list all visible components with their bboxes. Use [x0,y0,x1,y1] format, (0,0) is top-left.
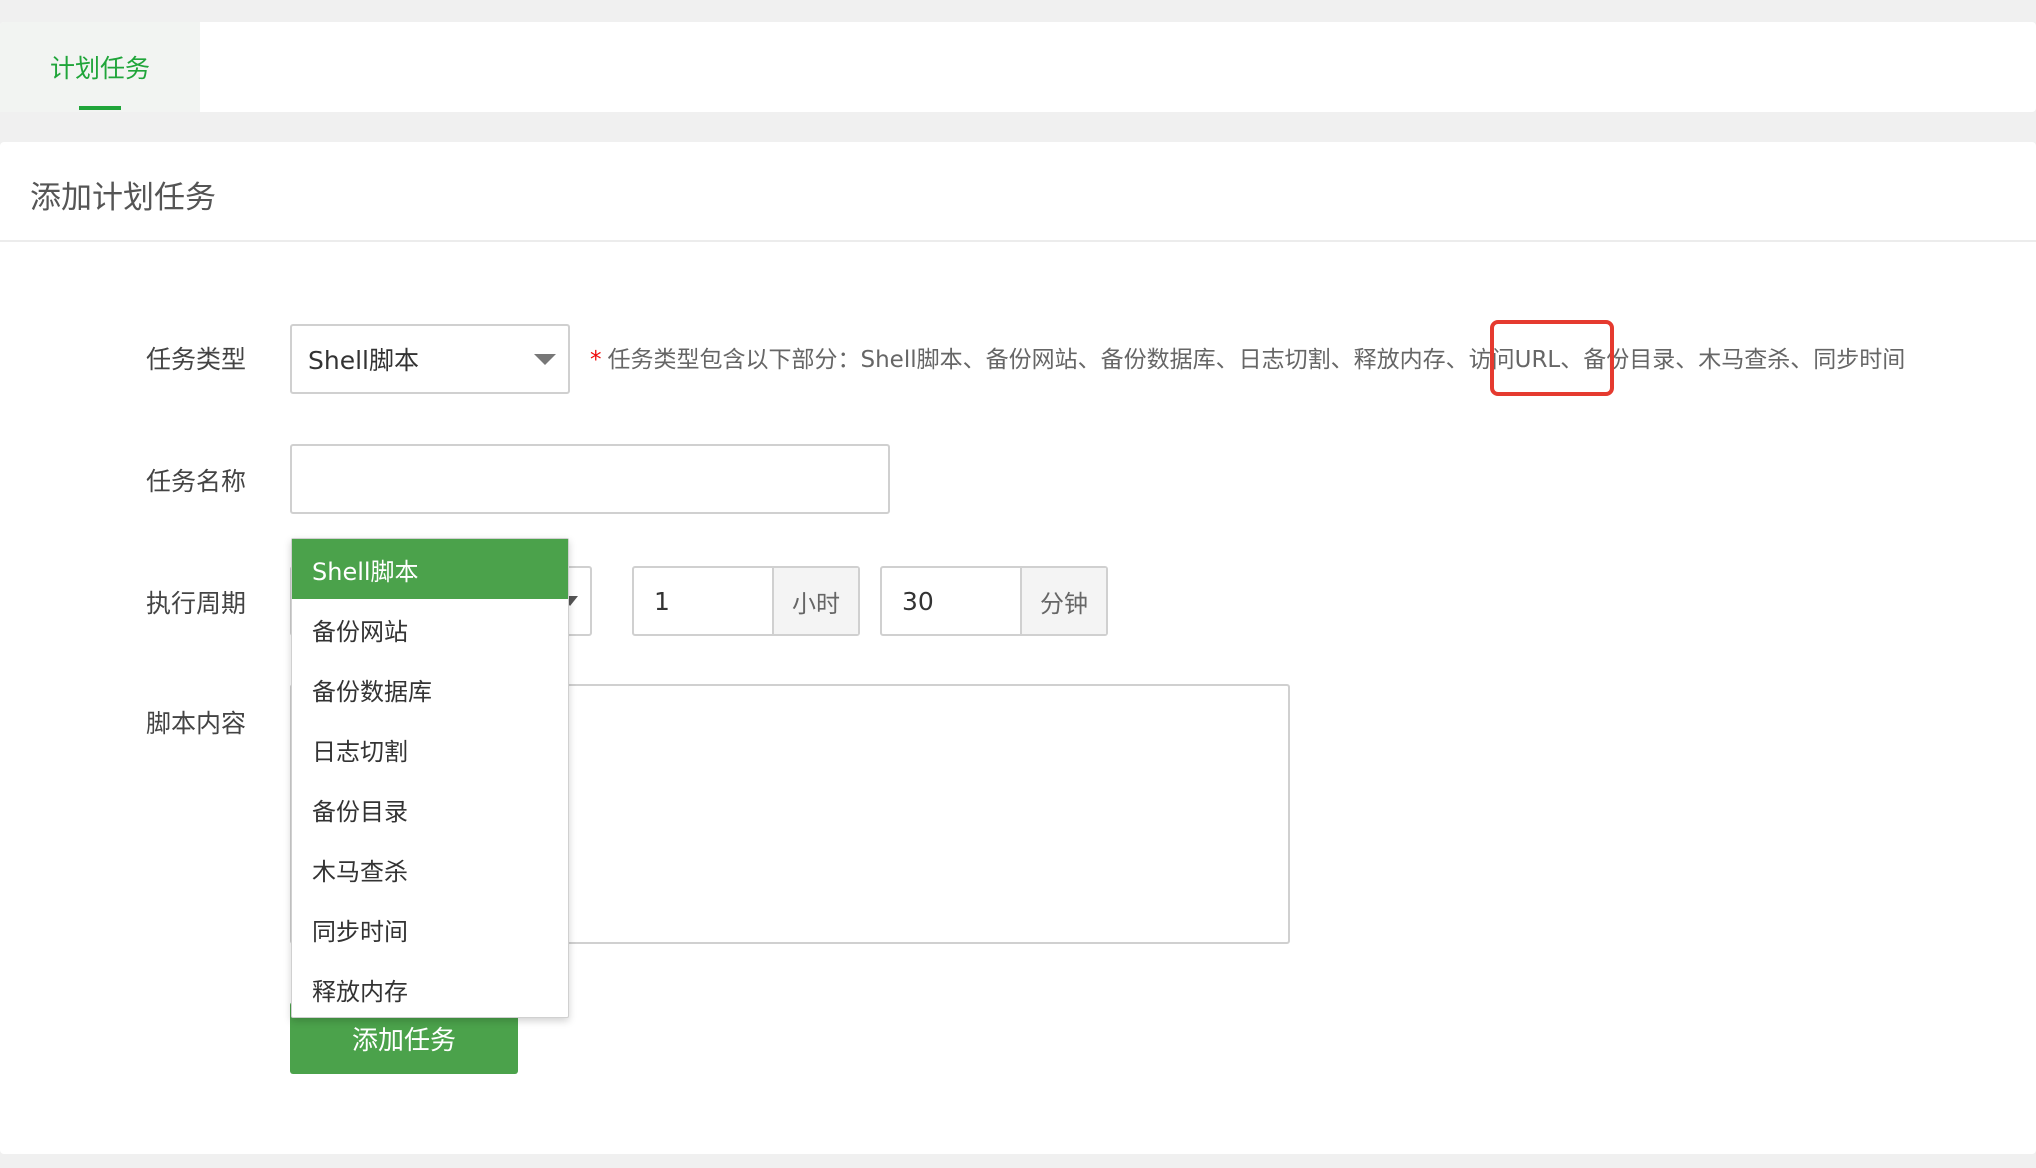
tab-bar: 计划任务 [0,22,2036,112]
dropdown-option[interactable]: Shell脚本 [292,539,568,599]
tab-active-indicator [79,106,121,110]
tab-cron[interactable]: 计划任务 [0,22,200,112]
highlight-box-visit-url [1490,320,1614,396]
minute-input-group: 30 分钟 [880,566,1108,636]
dropdown-option[interactable]: 释放内存 [292,959,568,1019]
dropdown-option[interactable]: 日志切割 [292,719,568,779]
hour-input[interactable]: 1 [634,568,772,634]
script-label: 脚本内容 [146,709,247,738]
dropdown-option[interactable]: 木马查杀 [292,839,568,899]
dropdown-option[interactable]: 备份数据库 [292,659,568,719]
panel-title: 添加计划任务 [30,180,216,216]
dropdown-option[interactable]: 备份网站 [292,599,568,659]
task-type-value: Shell脚本 [308,346,419,375]
task-name-label: 任务名称 [146,467,247,496]
dropdown-option[interactable]: 备份目录 [292,779,568,839]
task-type-select[interactable]: Shell脚本 [290,324,570,394]
required-marker: * [590,347,602,373]
task-type-label: 任务类型 [146,345,247,374]
task-type-dropdown: Shell脚本 备份网站 备份数据库 日志切割 备份目录 木马查杀 同步时间 释… [291,538,569,1018]
minute-unit: 分钟 [1020,568,1106,634]
hour-unit: 小时 [772,568,858,634]
minute-input[interactable]: 30 [882,568,1020,634]
add-task-panel: 添加计划任务 任务类型 Shell脚本 * 任务类型包含以下部分：Shell脚本、… [0,142,2036,1154]
task-type-hint-text: 任务类型包含以下部分：Shell脚本、备份网站、备份数据库、日志切割、释放内存、… [607,347,1906,373]
task-type-hint: * 任务类型包含以下部分：Shell脚本、备份网站、备份数据库、日志切割、释放内存… [590,340,1905,374]
panel-divider [0,240,2036,242]
dropdown-option[interactable]: 同步时间 [292,899,568,959]
tab-label: 计划任务 [49,54,150,83]
task-name-input[interactable] [290,444,890,514]
chevron-down-icon [534,354,556,365]
schedule-label: 执行周期 [146,589,247,618]
hour-input-group: 1 小时 [632,566,860,636]
